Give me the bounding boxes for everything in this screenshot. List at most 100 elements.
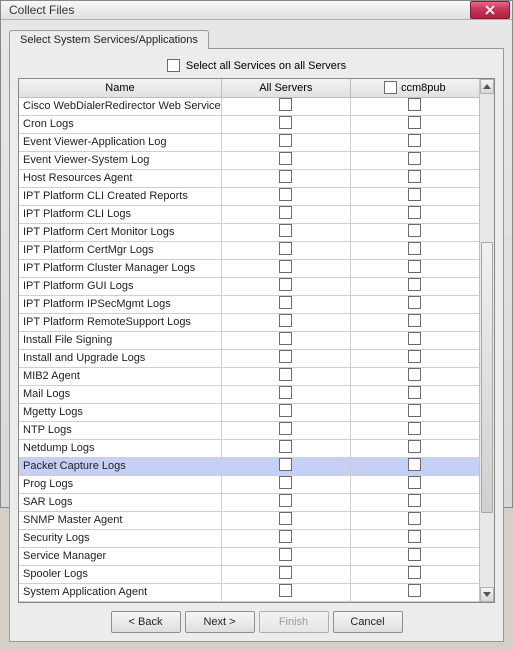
- row-server1-checkbox[interactable]: [408, 224, 421, 237]
- table-row[interactable]: IPT Platform IPSecMgmt Logs: [19, 295, 479, 313]
- row-all-servers-checkbox[interactable]: [279, 530, 292, 543]
- row-server1-checkbox[interactable]: [408, 476, 421, 489]
- row-server1-checkbox[interactable]: [408, 206, 421, 219]
- row-all-servers-checkbox[interactable]: [279, 386, 292, 399]
- back-button[interactable]: < Back: [111, 611, 181, 633]
- row-all-servers-checkbox[interactable]: [279, 206, 292, 219]
- table-row[interactable]: Netdump Logs: [19, 439, 479, 457]
- table-row[interactable]: IPT Platform CLI Created Reports: [19, 187, 479, 205]
- row-server1-checkbox[interactable]: [408, 98, 421, 111]
- scroll-down-button[interactable]: [480, 587, 494, 602]
- table-row[interactable]: Prog Logs: [19, 475, 479, 493]
- select-all-checkbox[interactable]: [167, 59, 180, 72]
- table-row[interactable]: Security Logs: [19, 529, 479, 547]
- row-all-servers-checkbox[interactable]: [279, 170, 292, 183]
- table-row[interactable]: Mail Logs: [19, 385, 479, 403]
- table-row[interactable]: Install and Upgrade Logs: [19, 349, 479, 367]
- table-row[interactable]: IPT Platform GUI Logs: [19, 277, 479, 295]
- row-server1-checkbox[interactable]: [408, 566, 421, 579]
- row-all-servers-checkbox[interactable]: [279, 512, 292, 525]
- row-all-servers-checkbox[interactable]: [279, 422, 292, 435]
- row-all-servers-checkbox[interactable]: [279, 584, 292, 597]
- row-server1-checkbox[interactable]: [408, 458, 421, 471]
- vertical-scrollbar[interactable]: [479, 79, 494, 602]
- row-server1-checkbox[interactable]: [408, 368, 421, 381]
- table-row[interactable]: SAR Logs: [19, 493, 479, 511]
- row-all-servers-checkbox[interactable]: [279, 242, 292, 255]
- row-all-servers-checkbox[interactable]: [279, 494, 292, 507]
- row-server1-checkbox[interactable]: [408, 404, 421, 417]
- close-button[interactable]: [470, 1, 510, 19]
- row-server1-checkbox[interactable]: [408, 260, 421, 273]
- row-all-servers-checkbox[interactable]: [279, 440, 292, 453]
- scrollbar-thumb[interactable]: [481, 242, 493, 513]
- table-row[interactable]: NTP Logs: [19, 421, 479, 439]
- row-server1-checkbox[interactable]: [408, 584, 421, 597]
- cancel-button[interactable]: Cancel: [333, 611, 403, 633]
- row-server1-checkbox[interactable]: [408, 332, 421, 345]
- table-row[interactable]: Host Resources Agent: [19, 169, 479, 187]
- table-row[interactable]: Mgetty Logs: [19, 403, 479, 421]
- row-all-servers-checkbox[interactable]: [279, 548, 292, 561]
- table-row[interactable]: Service Manager: [19, 547, 479, 565]
- table-row[interactable]: Packet Capture Logs: [19, 457, 479, 475]
- row-all-servers-checkbox[interactable]: [279, 278, 292, 291]
- row-all-servers-checkbox[interactable]: [279, 296, 292, 309]
- row-server1-checkbox[interactable]: [408, 350, 421, 363]
- row-all-servers-checkbox[interactable]: [279, 566, 292, 579]
- row-server1-checkbox[interactable]: [408, 386, 421, 399]
- row-server1-checkbox[interactable]: [408, 152, 421, 165]
- scrollbar-track[interactable]: [480, 94, 494, 587]
- row-all-servers-checkbox[interactable]: [279, 152, 292, 165]
- row-server1-checkbox[interactable]: [408, 440, 421, 453]
- row-server1-checkbox[interactable]: [408, 188, 421, 201]
- table-row[interactable]: Cisco WebDialerRedirector Web Service: [19, 97, 479, 115]
- table-row[interactable]: System Application Agent: [19, 583, 479, 601]
- row-server1-checkbox[interactable]: [408, 170, 421, 183]
- server1-header-checkbox[interactable]: [384, 81, 397, 94]
- row-server1-checkbox[interactable]: [408, 134, 421, 147]
- row-server1-checkbox[interactable]: [408, 314, 421, 327]
- row-server1-checkbox[interactable]: [408, 494, 421, 507]
- row-server1-checkbox[interactable]: [408, 512, 421, 525]
- row-all-servers-checkbox[interactable]: [279, 332, 292, 345]
- table-row[interactable]: IPT Platform Cert Monitor Logs: [19, 223, 479, 241]
- table-row[interactable]: IPT Platform Cluster Manager Logs: [19, 259, 479, 277]
- row-server1-cell: [350, 277, 479, 295]
- row-all-servers-checkbox[interactable]: [279, 188, 292, 201]
- row-all-servers-checkbox[interactable]: [279, 314, 292, 327]
- table-row[interactable]: Install File Signing: [19, 331, 479, 349]
- row-server1-checkbox[interactable]: [408, 296, 421, 309]
- table-row[interactable]: MIB2 Agent: [19, 367, 479, 385]
- next-button[interactable]: Next >: [185, 611, 255, 633]
- row-server1-checkbox[interactable]: [408, 116, 421, 129]
- row-all-servers-checkbox[interactable]: [279, 350, 292, 363]
- row-server1-checkbox[interactable]: [408, 530, 421, 543]
- table-row[interactable]: IPT Platform RemoteSupport Logs: [19, 313, 479, 331]
- row-all-servers-checkbox[interactable]: [279, 260, 292, 273]
- table-row[interactable]: Event Viewer-System Log: [19, 151, 479, 169]
- row-all-servers-checkbox[interactable]: [279, 134, 292, 147]
- row-all-servers-checkbox[interactable]: [279, 404, 292, 417]
- table-row[interactable]: Cron Logs: [19, 115, 479, 133]
- table-row[interactable]: Spooler Logs: [19, 565, 479, 583]
- row-all-servers-checkbox[interactable]: [279, 368, 292, 381]
- row-server1-checkbox[interactable]: [408, 242, 421, 255]
- column-header-all-servers[interactable]: All Servers: [221, 79, 350, 97]
- row-server1-checkbox[interactable]: [408, 422, 421, 435]
- row-server1-checkbox[interactable]: [408, 278, 421, 291]
- table-row[interactable]: SNMP Master Agent: [19, 511, 479, 529]
- column-header-name[interactable]: Name: [19, 79, 221, 97]
- tab-select-services[interactable]: Select System Services/Applications: [9, 30, 209, 49]
- column-header-server1[interactable]: ccm8pub: [350, 79, 479, 97]
- row-all-servers-checkbox[interactable]: [279, 116, 292, 129]
- table-row[interactable]: IPT Platform CLI Logs: [19, 205, 479, 223]
- row-all-servers-checkbox[interactable]: [279, 98, 292, 111]
- table-row[interactable]: Event Viewer-Application Log: [19, 133, 479, 151]
- row-all-servers-checkbox[interactable]: [279, 458, 292, 471]
- scroll-up-button[interactable]: [480, 79, 494, 94]
- row-all-servers-checkbox[interactable]: [279, 476, 292, 489]
- row-all-servers-checkbox[interactable]: [279, 224, 292, 237]
- row-server1-checkbox[interactable]: [408, 548, 421, 561]
- table-row[interactable]: IPT Platform CertMgr Logs: [19, 241, 479, 259]
